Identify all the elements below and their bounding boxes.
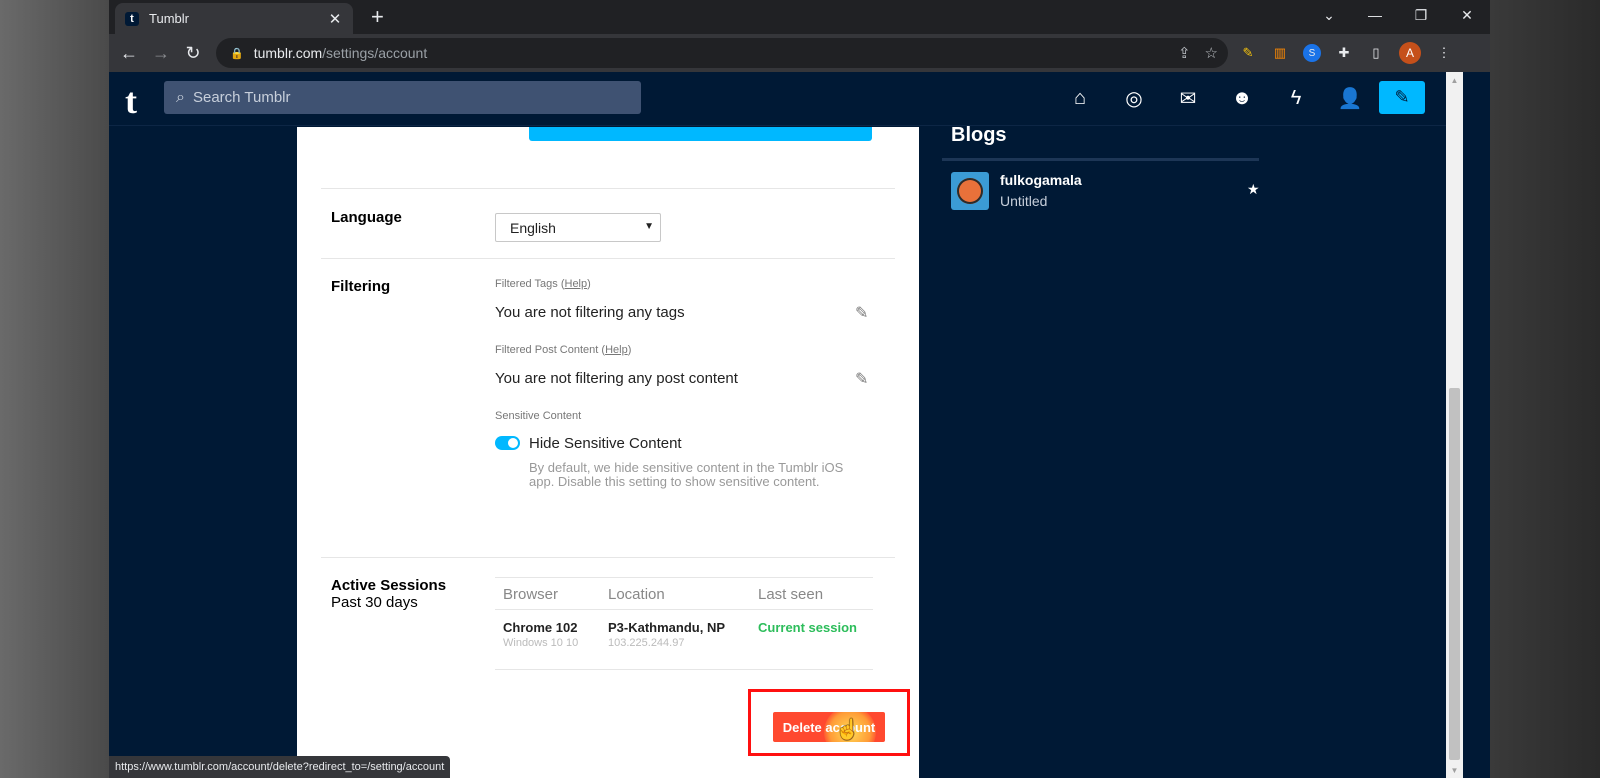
extensions-area: ✎ ▥ S ✚ ▯ A ⋮ [1239, 38, 1453, 68]
url-path: /settings/account [322, 45, 428, 61]
filtering-label: Filtering [331, 278, 391, 295]
session-ip: 103.225.244.97 [608, 637, 685, 649]
filtered-post-label-text: Filtered Post Content ( [495, 344, 606, 356]
session-os: Windows 10 10 [503, 637, 579, 649]
session-location: P3-Kathmandu, NP [608, 620, 726, 635]
column-header-browser: Browser [503, 586, 559, 603]
sensitive-description: By default, we hide sensitive content in… [529, 460, 844, 489]
save-button-partial[interactable] [529, 127, 872, 141]
home-icon[interactable]: ⌂ [1064, 84, 1096, 112]
hide-sensitive-toggle[interactable] [495, 436, 520, 450]
sensitive-content-label: Sensitive Content [495, 410, 582, 422]
search-placeholder: Search Tumblr [192, 89, 291, 106]
extension-pen-icon[interactable]: ✎ [1239, 44, 1257, 62]
compose-pencil-icon[interactable]: ✎ [1379, 81, 1425, 114]
blogs-divider [942, 158, 1259, 161]
column-header-last-seen: Last seen [758, 586, 824, 603]
language-label: Language [331, 209, 402, 226]
scroll-thumb[interactable] [1449, 388, 1460, 760]
inbox-mail-icon[interactable]: ✉ [1172, 84, 1204, 112]
extension-chart-icon[interactable]: ▥ [1271, 44, 1289, 62]
status-bar-url: https://www.tumblr.com/account/delete?re… [109, 756, 451, 778]
session-browser: Chrome 102 [503, 620, 578, 635]
extension-shazam-icon[interactable]: S [1303, 44, 1321, 62]
reload-icon[interactable]: ↻ [177, 38, 209, 68]
sessions-table: Browser Location Last seen Chrome 102 Wi… [495, 577, 873, 670]
search-icon: ⌕ [176, 88, 185, 106]
video-frame-left [0, 0, 109, 778]
tab-search-icon[interactable]: ⌄ [1306, 0, 1352, 30]
activity-lightning-icon[interactable]: ϟ [1280, 84, 1312, 112]
filtered-tags-label: Filtered Tags (Help) [495, 278, 591, 290]
scroll-down-icon[interactable]: ▼ [1446, 762, 1463, 778]
active-sessions-subtitle: Past 30 days [331, 594, 418, 611]
divider [321, 258, 895, 259]
scroll-up-icon[interactable]: ▲ [1446, 72, 1463, 88]
tumblr-favicon-icon: t [125, 11, 139, 26]
profile-avatar[interactable]: A [1399, 42, 1421, 64]
bookmark-star-icon[interactable]: ☆ [1205, 44, 1218, 62]
filtered-post-help-link[interactable]: Help [605, 344, 628, 356]
blog-subtitle: Untitled [1000, 193, 1048, 209]
tab-tumblr[interactable]: t Tumblr ✕ [115, 3, 353, 34]
language-value: English [510, 219, 556, 236]
filtered-tags-text: You are not filtering any tags [495, 304, 685, 321]
annotation-box [748, 689, 910, 756]
session-last-seen: Current session [758, 620, 857, 635]
settings-panel: Language English ▼ Filtering Filtered Ta… [297, 127, 919, 778]
account-icon[interactable]: 👤 [1334, 84, 1366, 112]
table-row: Chrome 102 Windows 10 10 P3-Kathmandu, N… [495, 610, 873, 670]
tumblr-header: t ⌕ Search Tumblr ⌂ ◎ ✉ ☻ ϟ 👤 ✎ [109, 72, 1446, 126]
new-tab-icon[interactable]: + [371, 6, 384, 28]
filtered-post-text: You are not filtering any post content [495, 370, 738, 387]
edit-post-content-pencil-icon[interactable]: ✎ [855, 369, 868, 389]
close-window-icon[interactable]: ✕ [1444, 0, 1490, 30]
divider [321, 188, 895, 189]
hide-sensitive-label: Hide Sensitive Content [529, 435, 682, 452]
filtered-post-label-close: ) [627, 344, 632, 356]
blogs-title: Blogs [951, 124, 1007, 146]
side-panel-icon[interactable]: ▯ [1367, 44, 1385, 62]
tab-strip: t Tumblr ✕ + ⌄ — ❐ ✕ [109, 0, 1490, 34]
filtered-tags-label-text: Filtered Tags ( [495, 278, 565, 290]
page-scrollbar[interactable]: ▲ ▼ [1446, 72, 1463, 778]
search-input[interactable]: ⌕ Search Tumblr [164, 81, 641, 114]
minimize-icon[interactable]: — [1352, 0, 1398, 30]
column-header-location: Location [608, 586, 665, 603]
page-edge [1463, 72, 1490, 778]
chevron-down-icon: ▼ [644, 221, 654, 232]
filtered-tags-label-close: ) [587, 278, 591, 290]
url-host: tumblr.com [253, 45, 323, 61]
share-icon[interactable]: ⇪ [1178, 44, 1191, 62]
extensions-puzzle-icon[interactable]: ✚ [1335, 44, 1353, 62]
filtered-post-label: Filtered Post Content (Help) [495, 344, 631, 356]
browser-menu-icon[interactable]: ⋮ [1435, 44, 1453, 62]
lock-icon: 🔒 [230, 47, 244, 60]
messaging-icon[interactable]: ☻ [1226, 84, 1258, 112]
edit-tags-pencil-icon[interactable]: ✎ [855, 303, 868, 323]
filtered-tags-help-link[interactable]: Help [565, 278, 588, 290]
browser-toolbar: ← → ↻ 🔒 tumblr.com /settings/account ⇪ ☆… [109, 34, 1490, 72]
divider [321, 557, 895, 558]
explore-compass-icon[interactable]: ◎ [1118, 84, 1150, 112]
address-bar[interactable]: 🔒 tumblr.com /settings/account ⇪ ☆ [216, 38, 1228, 68]
close-tab-icon[interactable]: ✕ [327, 10, 343, 28]
blog-avatar[interactable] [951, 172, 989, 210]
forward-icon[interactable]: → [145, 38, 177, 68]
active-sessions-title: Active Sessions [331, 577, 447, 594]
sessions-header: Browser Location Last seen [495, 577, 873, 610]
star-icon[interactable]: ★ [1247, 181, 1260, 198]
window-controls: ⌄ — ❐ ✕ [1306, 0, 1490, 34]
tab-title: Tumblr [149, 11, 189, 26]
video-frame-right [1490, 0, 1600, 778]
language-select[interactable]: English ▼ [495, 213, 661, 242]
hand-cursor-icon: ☝ [835, 719, 860, 741]
browser-window: t Tumblr ✕ + ⌄ — ❐ ✕ ← → ↻ 🔒 tumblr.com … [109, 0, 1490, 778]
tumblr-nav: ⌂ ◎ ✉ ☻ ϟ 👤 [1064, 84, 1366, 112]
blog-name[interactable]: fulkogamala [1000, 172, 1082, 188]
tumblr-logo[interactable]: t [125, 80, 137, 122]
restore-icon[interactable]: ❐ [1398, 0, 1444, 30]
back-icon[interactable]: ← [113, 38, 145, 68]
